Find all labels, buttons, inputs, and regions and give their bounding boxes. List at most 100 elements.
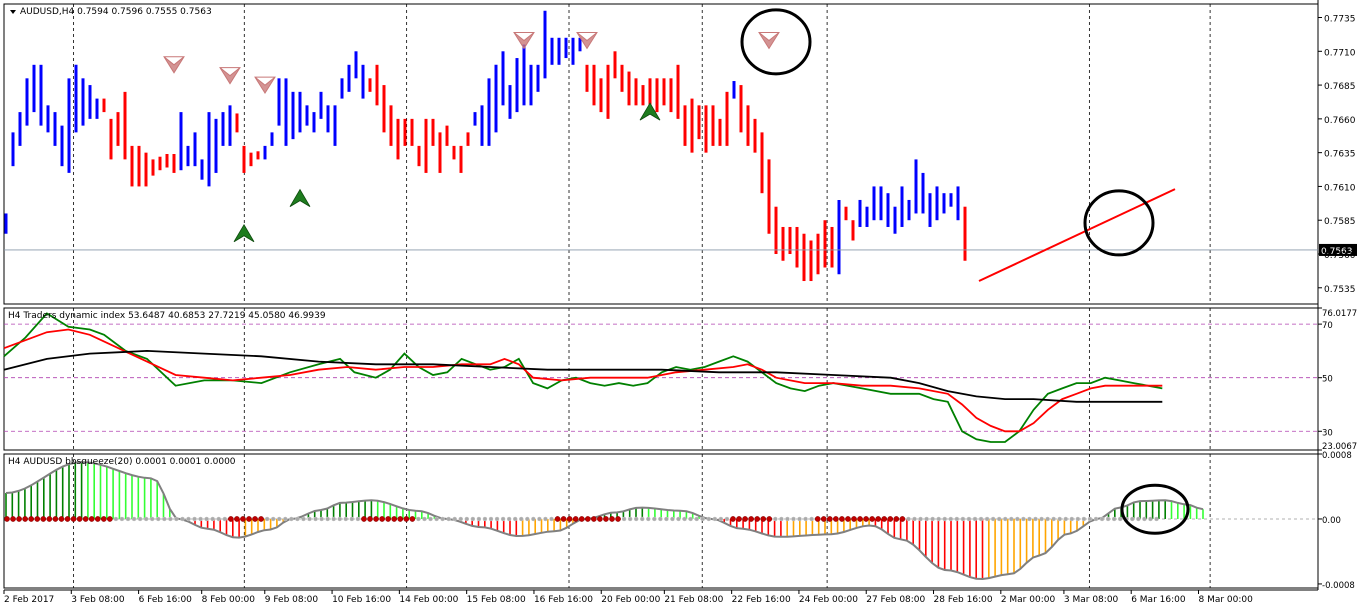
squeeze-dot: [845, 516, 851, 522]
squeeze-dot: [591, 516, 597, 522]
squeeze-dot: [156, 516, 161, 522]
squeeze-dot: [1105, 516, 1111, 522]
squeeze-dot: [337, 516, 342, 522]
squeeze-dot: [494, 516, 500, 522]
squeeze-dot: [869, 516, 876, 522]
squeeze-dot: [875, 516, 882, 522]
squeeze-dot: [912, 516, 917, 522]
squeeze-dot: [724, 516, 730, 522]
squeeze-dot: [863, 516, 869, 522]
squeeze-dot: [972, 516, 978, 522]
squeeze-dot: [131, 516, 137, 522]
squeeze-dot: [820, 516, 827, 522]
squeeze-dot: [331, 516, 336, 522]
y-tick-label: 0.7710: [1324, 48, 1356, 58]
x-tick-label: 24 Feb 00:00: [799, 595, 858, 605]
squeeze-dot: [718, 516, 724, 522]
x-tick-label: 9 Feb 08:00: [265, 595, 319, 605]
squeeze-dot: [506, 516, 512, 522]
squeeze-dot: [1015, 516, 1020, 522]
squeeze-dot: [1069, 516, 1075, 522]
squeeze-dot: [1075, 516, 1081, 522]
squeeze-dot: [325, 516, 330, 522]
chart-root: 0.75630.75350.75600.75850.76100.76350.76…: [3, 0, 1358, 608]
squeeze-dot: [277, 516, 282, 522]
squeeze-dot: [809, 516, 814, 522]
squeeze-dot: [270, 516, 276, 522]
squeeze-dot: [192, 516, 197, 522]
squeeze-dot: [204, 516, 209, 522]
squeeze-dot: [554, 516, 561, 522]
squeeze-dot: [566, 516, 573, 522]
panel-frame-0: [3, 3, 1319, 305]
squeeze-dot: [440, 516, 445, 522]
squeeze-dot: [857, 516, 863, 522]
squeeze-dot: [924, 516, 929, 522]
y-tick-label: 76.0177: [1322, 309, 1357, 319]
y-tick-label: 0.7660: [1324, 116, 1356, 126]
x-tick-label: 10 Feb 16:00: [332, 595, 391, 605]
squeeze-dot: [397, 516, 404, 522]
y-tick-label: -0.0008: [1322, 581, 1355, 591]
x-tick-label: 3 Feb 08:00: [71, 595, 125, 605]
squeeze-dot: [216, 516, 221, 522]
squeeze-dot: [887, 516, 894, 522]
squeeze-dot: [525, 516, 530, 522]
squeeze-dot: [1063, 516, 1068, 522]
y-tick-label: 0.7635: [1324, 150, 1356, 160]
squeeze-dot: [186, 516, 191, 522]
squeeze-dot: [537, 516, 542, 522]
squeeze-dot: [119, 516, 125, 522]
squeeze-dot: [748, 516, 755, 522]
squeeze-dot: [881, 516, 888, 522]
squeeze-dot: [773, 516, 778, 522]
squeeze-dot: [960, 516, 966, 522]
y-tick-label: 0.7585: [1324, 217, 1356, 227]
squeeze-dot: [1027, 516, 1032, 522]
squeeze-dot: [307, 516, 312, 522]
squeeze-dot: [893, 516, 900, 522]
squeeze-dot: [82, 516, 89, 522]
squeeze-dot: [1148, 516, 1153, 522]
x-tick-label: 28 Feb 16:00: [934, 595, 993, 605]
x-tick-label: 21 Feb 08:00: [664, 595, 723, 605]
x-tick-label: 2 Feb 2017: [4, 595, 54, 605]
squeeze-dot: [385, 516, 391, 522]
squeeze-dot: [88, 516, 95, 522]
squeeze-dot: [149, 516, 155, 522]
time-axis: 2 Feb 2017 3 Feb 08:00 6 Feb 16:00 8 Feb 00…: [3, 589, 1318, 605]
squeeze-dot: [500, 516, 506, 522]
squeeze-dot: [470, 516, 476, 522]
squeeze-dot: [712, 516, 718, 522]
squeeze-dot: [766, 516, 773, 522]
squeeze-dot: [137, 516, 143, 522]
squeeze-dot: [46, 516, 53, 522]
squeeze-dot: [58, 516, 65, 522]
squeeze-dot: [228, 516, 234, 522]
squeeze-dot: [785, 516, 790, 522]
squeeze-dot: [936, 516, 941, 522]
squeeze-dot: [597, 516, 603, 522]
squeeze-dot: [373, 516, 379, 522]
squeeze-dot: [519, 516, 524, 522]
squeeze-dot: [670, 516, 675, 522]
squeeze-dot: [839, 516, 845, 522]
squeeze-dot: [609, 516, 615, 522]
price-chart-title: AUDUSD,H4 0.7594 0.7596 0.7555 0.7563: [20, 7, 212, 17]
squeeze-dot: [646, 516, 651, 522]
squeeze-dot: [4, 516, 10, 522]
squeeze-dot: [476, 516, 482, 522]
squeeze-dot: [258, 516, 264, 522]
squeeze-dot: [416, 516, 421, 522]
squeeze-dot: [22, 516, 28, 522]
x-tick-label: 20 Feb 00:00: [601, 595, 660, 605]
y-tick-label: 0.7535: [1324, 285, 1356, 295]
squeeze-dot: [295, 516, 300, 522]
squeeze-dot: [1045, 516, 1050, 522]
squeeze-dot: [16, 516, 22, 522]
squeeze-dot: [730, 516, 736, 522]
squeeze-dot: [640, 516, 645, 522]
squeeze-dot: [754, 516, 761, 522]
squeeze-dot: [791, 516, 796, 522]
squeeze-dot: [736, 516, 742, 522]
